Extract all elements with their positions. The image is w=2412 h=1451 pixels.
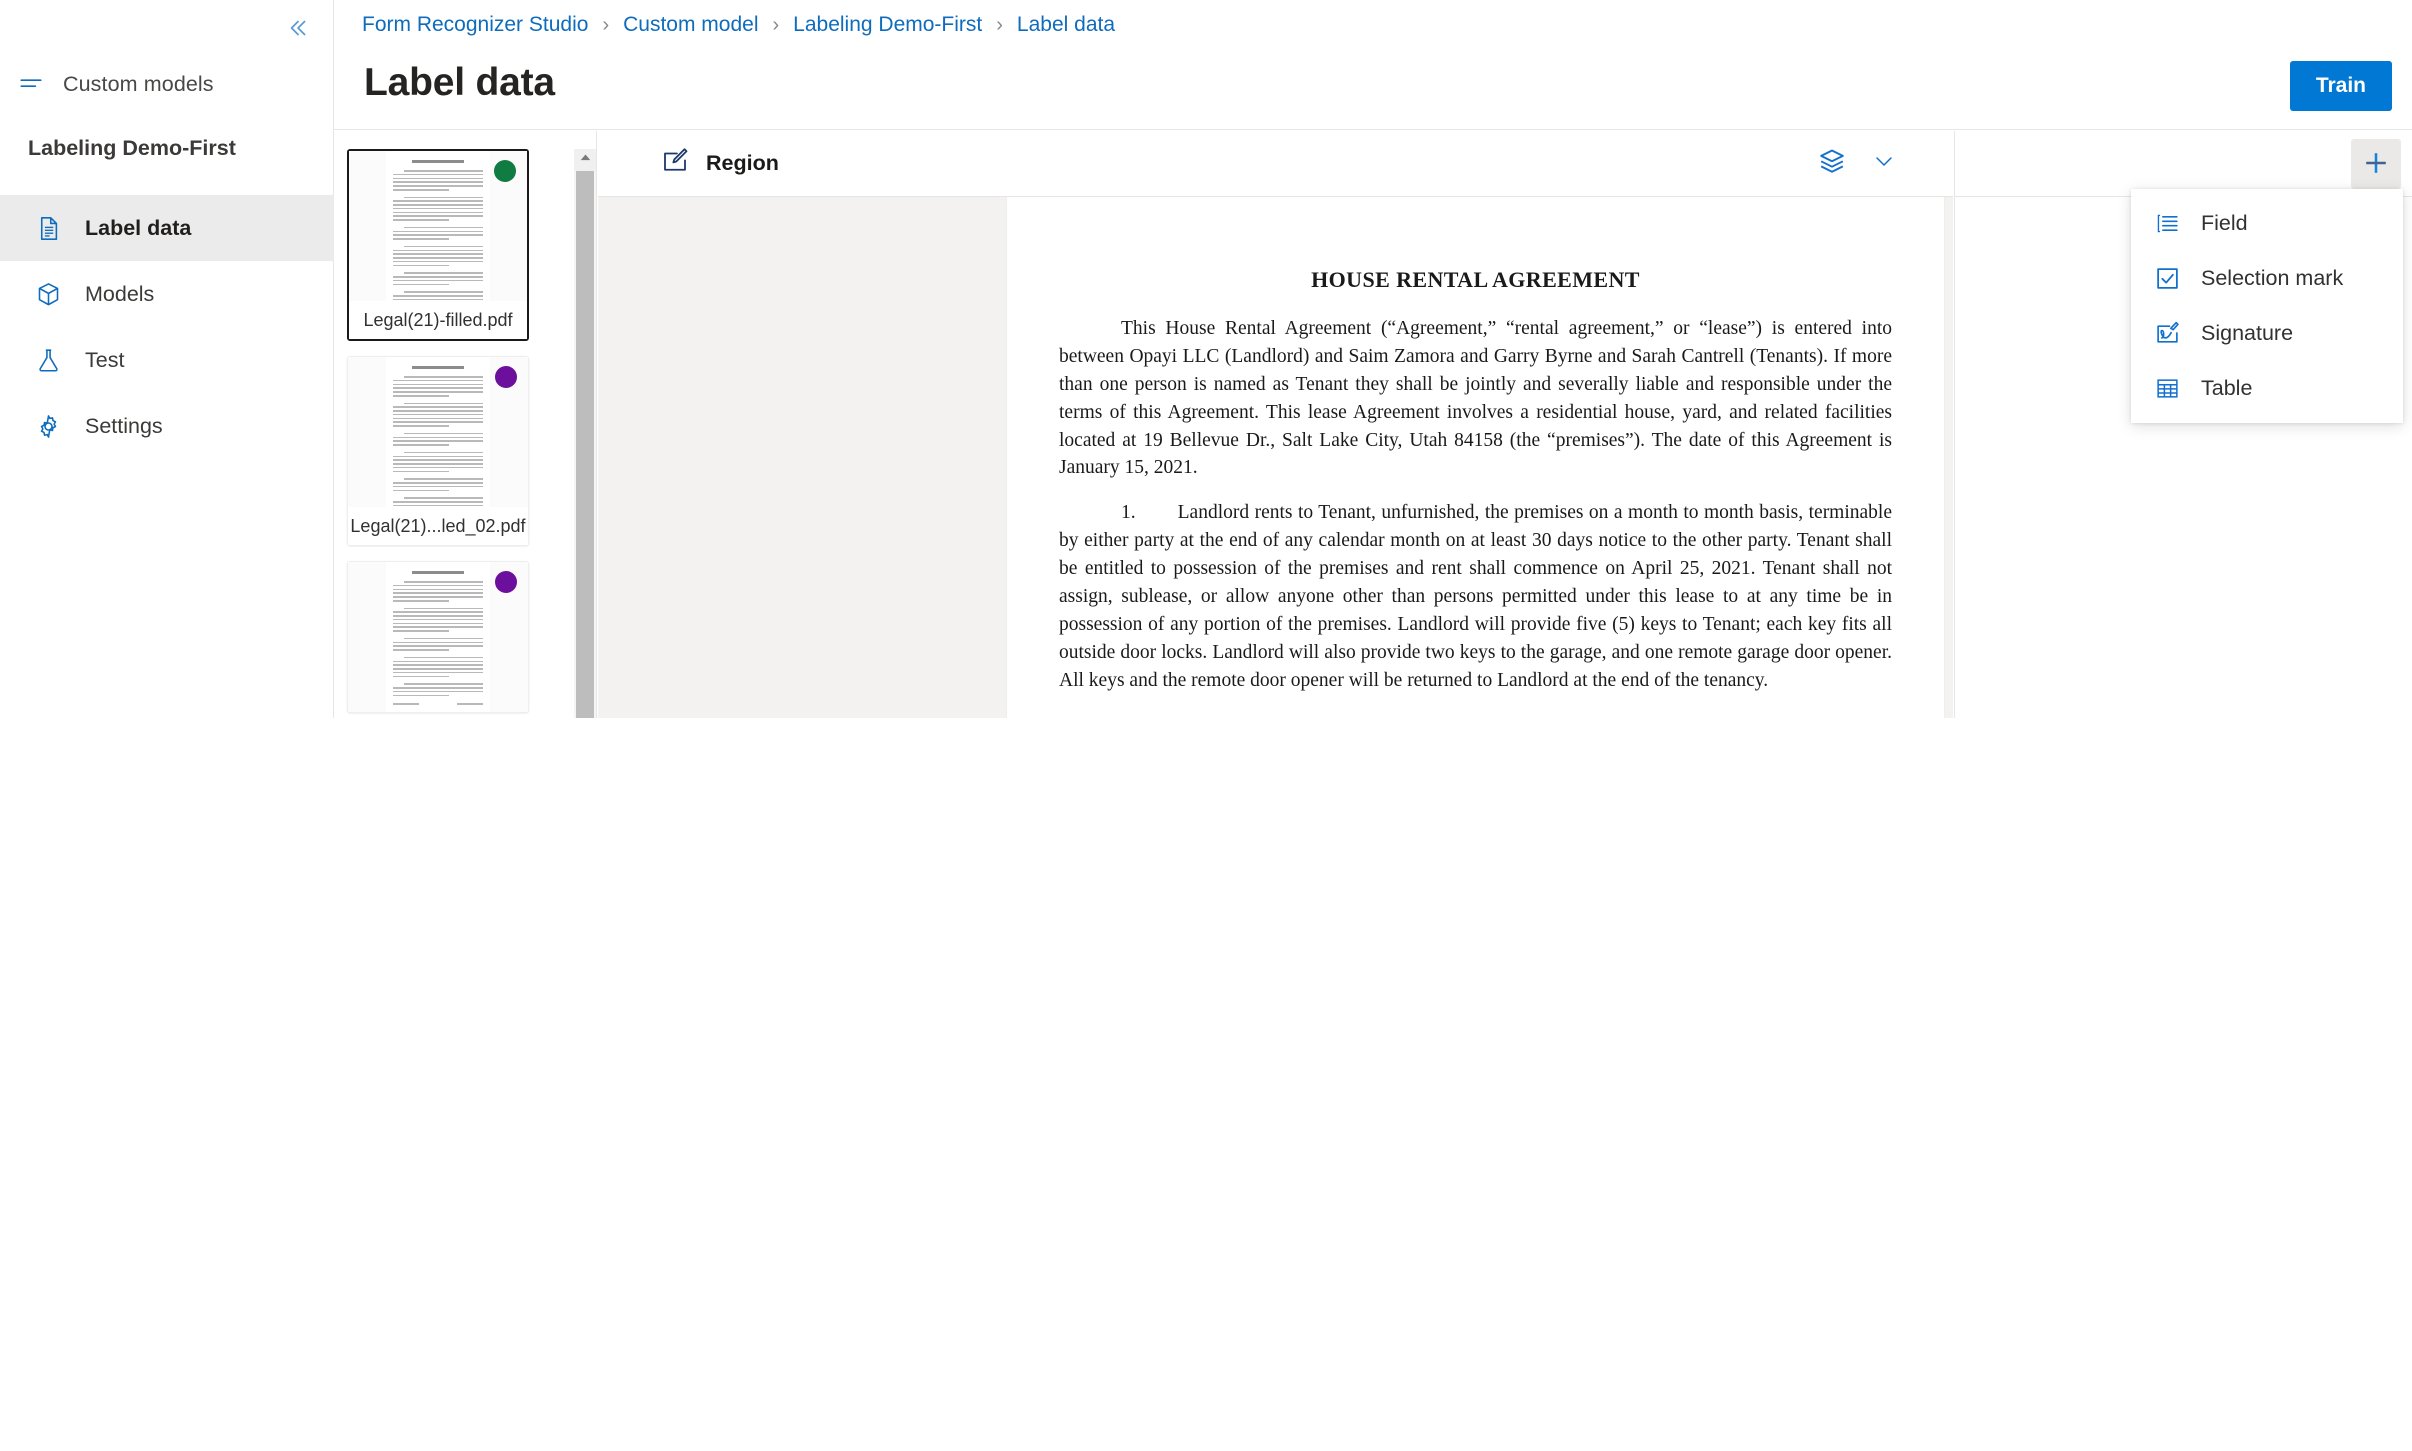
sidebar-item-label: Settings	[85, 413, 163, 438]
scrollbar-up-button[interactable]	[574, 149, 596, 171]
plus-icon	[2362, 149, 2390, 180]
thumbnail-page-graphic	[386, 562, 490, 712]
sidebar-item-label: Test	[85, 347, 125, 372]
menu-item-signature[interactable]: Signature	[2131, 306, 2403, 361]
breadcrumb-item-custom-model[interactable]: Custom model	[623, 13, 758, 37]
menu-lines-icon	[17, 70, 45, 98]
breadcrumb-item-label-data[interactable]: Label data	[1017, 13, 1115, 37]
breadcrumb-item-form-recognizer-studio[interactable]: Form Recognizer Studio	[362, 13, 588, 37]
file-name: Legal(21)...led_02.pdf	[348, 507, 528, 545]
breadcrumb: Form Recognizer Studio › Custom model › …	[362, 6, 1115, 44]
document-icon	[33, 213, 63, 243]
clause-text: Landlord rents to Tenant, unfurnished, t…	[1059, 502, 1892, 691]
menu-item-label: Table	[2201, 376, 2253, 400]
clause-number: 1.	[1121, 502, 1136, 524]
file-list-scrollbar[interactable]	[574, 149, 596, 718]
layers-dropdown-button[interactable]	[1867, 147, 1901, 181]
thumbnail-page-graphic	[386, 151, 490, 301]
layers-icon	[1818, 147, 1846, 180]
sidebar-item-test[interactable]: Test	[0, 327, 334, 393]
sidebar-item-models[interactable]: Models	[0, 261, 334, 327]
signature-icon	[2153, 320, 2181, 348]
file-list-item[interactable]: Legal(21)...led_02.pdf	[347, 356, 529, 546]
sidebar-nav-list: Label data Models Test Settings	[0, 195, 334, 459]
document-title: HOUSE RENTAL AGREEMENT	[1311, 267, 1640, 292]
add-label-button[interactable]	[2351, 139, 2401, 189]
sidebar-item-label-data[interactable]: Label data	[0, 195, 334, 261]
breadcrumb-separator-icon: ›	[772, 13, 780, 36]
document-clause-1: 1. Landlord rents to Tenant, unfurnished,…	[1059, 499, 1892, 694]
page-title: Label data	[364, 61, 555, 104]
file-status-dot	[494, 160, 516, 182]
file-status-dot	[495, 571, 517, 593]
viewer-toolbar: Region	[598, 131, 1953, 197]
table-grid-icon	[2153, 375, 2181, 403]
left-sidebar: Custom models Labeling Demo-First Label …	[0, 0, 334, 718]
file-list-item[interactable]: Legal(21)-filled.pdf	[347, 149, 529, 341]
menu-item-table[interactable]: Table	[2131, 361, 2403, 416]
menu-item-selection-mark[interactable]: Selection mark	[2131, 251, 2403, 306]
sidebar-item-settings[interactable]: Settings	[0, 393, 334, 459]
custom-models-label: Custom models	[63, 71, 214, 96]
sidebar-collapse-button[interactable]	[277, 8, 317, 48]
breadcrumb-separator-icon: ›	[996, 13, 1003, 36]
file-list-panel: Legal(21)-filled.pdf Legal(21)...led_02.…	[334, 131, 597, 718]
form-recognizer-studio-app: Custom models Labeling Demo-First Label …	[0, 0, 2412, 1451]
file-list-item[interactable]	[347, 561, 529, 713]
label-panel-toolbar	[1955, 131, 2412, 197]
region-tool-button[interactable]: Region	[660, 146, 779, 181]
train-button[interactable]: Train	[2289, 61, 2392, 111]
viewer-toolbar-right	[1815, 147, 1901, 181]
menu-item-label: Signature	[2201, 321, 2294, 345]
file-name: Legal(21)-filled.pdf	[349, 301, 527, 339]
page-header: Label data Train	[334, 44, 2412, 130]
checkbox-icon	[2153, 265, 2181, 293]
region-draw-icon	[660, 146, 690, 181]
layers-button[interactable]	[1815, 147, 1849, 181]
chevron-double-left-icon	[284, 15, 310, 41]
chevron-down-icon	[1872, 149, 1896, 178]
menu-item-label: Selection mark	[2201, 266, 2344, 290]
scrollbar-thumb[interactable]	[576, 171, 594, 718]
menu-item-field[interactable]: Field	[2131, 196, 2403, 251]
breadcrumb-separator-icon: ›	[602, 13, 610, 36]
sidebar-item-label: Models	[85, 281, 155, 306]
file-status-dot	[495, 366, 517, 388]
document-canvas[interactable]: HOUSE RENTAL AGREEMENT This House Rental…	[598, 197, 1953, 718]
file-thumbnail-preview	[348, 562, 528, 712]
field-list-icon	[2153, 210, 2181, 238]
sidebar-item-custom-models[interactable]: Custom models	[0, 60, 334, 108]
sidebar-item-label: Label data	[85, 215, 192, 240]
package-icon	[33, 279, 63, 309]
file-thumbnail-preview	[348, 357, 528, 507]
region-tool-label: Region	[706, 151, 779, 175]
breadcrumb-item-labeling-demo-first[interactable]: Labeling Demo-First	[793, 13, 982, 37]
document-paragraph-1: This House Rental Agreement (“Agreement,…	[1059, 318, 1892, 479]
thumbnail-page-graphic	[386, 357, 490, 507]
menu-item-label: Field	[2201, 211, 2248, 235]
add-label-dropdown-menu: Field Selection mark Signature Table	[2131, 189, 2403, 423]
file-thumbnail-list: Legal(21)-filled.pdf Legal(21)...led_02.…	[347, 149, 557, 718]
caret-up-icon	[579, 151, 592, 169]
project-title: Labeling Demo-First	[28, 136, 236, 160]
gear-icon	[33, 411, 63, 441]
document-page[interactable]: HOUSE RENTAL AGREEMENT This House Rental…	[1007, 197, 1944, 718]
flask-icon	[33, 345, 63, 375]
document-viewer: Region HOUSE RENTAL AGREEMENT This House…	[598, 131, 1953, 718]
file-thumbnail-preview	[349, 151, 527, 301]
